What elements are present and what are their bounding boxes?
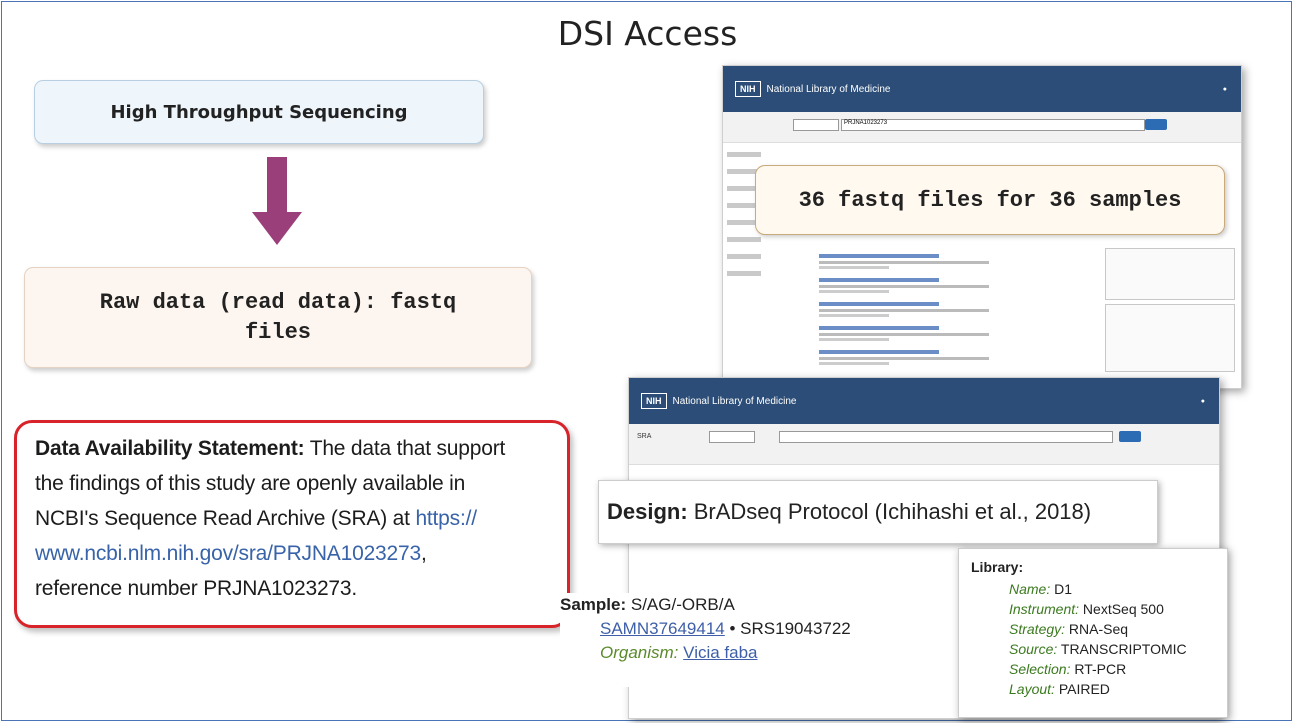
result-item[interactable] — [819, 254, 1019, 269]
library-heading: Library: — [971, 559, 1024, 575]
library-row: Strategy: RNA-Seq — [1009, 621, 1129, 637]
das-comma: , — [420, 542, 427, 565]
nih-logo-icon: NIH — [735, 81, 761, 97]
library-row: Source: TRANSCRIPTOMIC — [1009, 641, 1187, 657]
search-input[interactable] — [779, 431, 1113, 443]
result-item[interactable] — [819, 302, 1019, 317]
organism-label: Organism: — [600, 643, 679, 662]
srs-id: SRS19043722 — [740, 619, 851, 638]
design-label: Design: — [607, 499, 688, 524]
result-item[interactable] — [819, 350, 1019, 365]
sra-link-part1[interactable]: https:// — [415, 507, 477, 530]
organism-link[interactable]: Vicia faba — [683, 643, 757, 662]
user-icon: ● — [1222, 85, 1227, 93]
db-select[interactable] — [793, 119, 839, 131]
das-text1: The data that support — [309, 437, 506, 460]
sample-label: Sample: — [560, 595, 627, 614]
library-row: Selection: RT-PCR — [1009, 661, 1127, 677]
sra-link-part2[interactable]: www.ncbi.nlm.nih.gov/sra/PRJNA1023273 — [35, 542, 421, 565]
db-label: SRA — [637, 433, 652, 440]
das-line2: the findings of this study are openly av… — [35, 472, 466, 495]
das-heading: Data Availability Statement: — [35, 437, 305, 460]
raw-data-box: Raw data (read data): fastq files — [24, 267, 532, 368]
nih-org-name: National Library of Medicine — [766, 83, 891, 95]
filter-box — [1105, 248, 1235, 300]
nih-org-name: National Library of Medicine — [672, 395, 797, 407]
db-select[interactable] — [709, 431, 755, 443]
nih-header: NIH National Library of Medicine ● — [723, 66, 1241, 112]
down-arrow-icon — [252, 157, 302, 245]
search-button[interactable] — [1119, 431, 1141, 442]
hts-label: High Throughput Sequencing — [110, 101, 408, 123]
sample-callout: Sample: S/AG/-ORB/A SAMN37649414 • SRS19… — [560, 593, 890, 687]
nih-logo-icon: NIH — [641, 393, 667, 409]
result-item[interactable] — [819, 326, 1019, 341]
design-value: BrADseq Protocol (Ichihashi et al., 2018… — [693, 499, 1092, 524]
das-line3: NCBI's Sequence Read Archive (SRA) at — [35, 507, 410, 530]
fastq-files-callout: 36 fastq files for 36 samples — [755, 165, 1225, 235]
library-row: Name: D1 — [1009, 581, 1073, 597]
raw-data-line1: Raw data (read data): fastq — [99, 290, 457, 315]
library-row: Instrument: NextSeq 500 — [1009, 601, 1164, 617]
library-row: Layout: PAIRED — [1009, 681, 1110, 697]
hts-box: High Throughput Sequencing — [34, 80, 484, 144]
design-callout: Design: BrADseq Protocol (Ichihashi et a… — [598, 480, 1158, 544]
search-bar: PRJNA1023273 — [723, 112, 1241, 143]
library-callout: Library: Name: D1 Instrument: NextSeq 50… — [958, 548, 1228, 718]
result-item[interactable] — [819, 278, 1019, 293]
slide-title: DSI Access — [557, 14, 738, 53]
search-input[interactable]: PRJNA1023273 — [841, 119, 1145, 131]
sample-value: S/AG/-ORB/A — [630, 595, 735, 614]
search-bar: SRA — [629, 424, 1219, 465]
das-line5: reference number PRJNA1023273. — [35, 577, 358, 600]
search-button[interactable] — [1145, 119, 1167, 130]
search-details-box — [1105, 304, 1235, 372]
nih-header: NIH National Library of Medicine ● — [629, 378, 1219, 424]
user-icon: ● — [1200, 397, 1205, 405]
data-availability-statement: Data Availability Statement: The data th… — [14, 420, 570, 628]
fastq-callout-text: 36 fastq files for 36 samples — [798, 187, 1182, 213]
samn-link[interactable]: SAMN37649414 — [600, 619, 725, 638]
raw-data-line2: files — [244, 320, 311, 345]
